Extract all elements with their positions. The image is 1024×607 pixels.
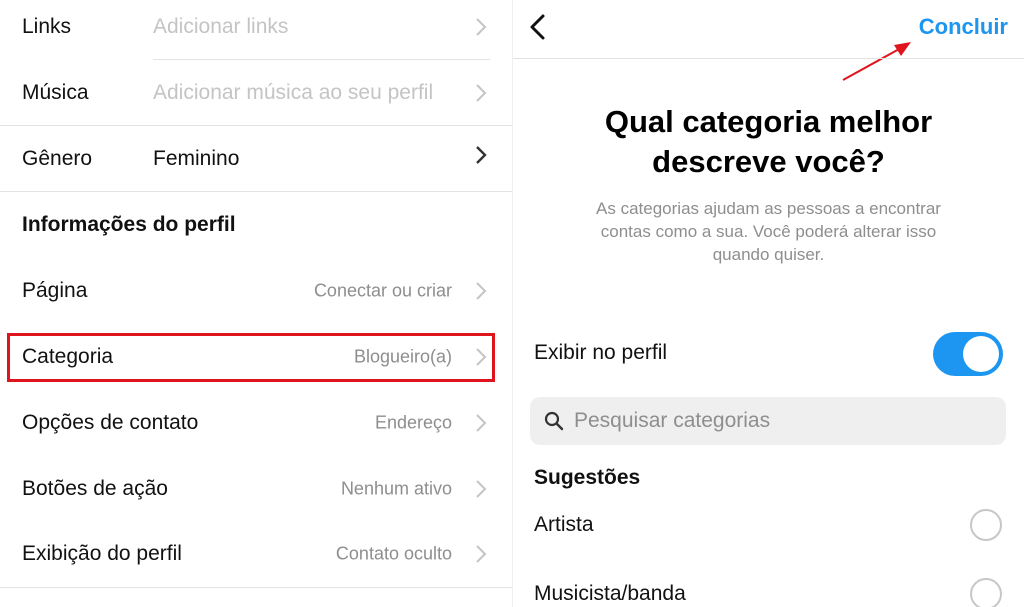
row-label: Gênero <box>22 147 93 170</box>
section-title-profile-info: Informações do perfil <box>22 213 236 236</box>
row-profile-display[interactable]: Exibição do perfil Contato oculto <box>0 521 512 587</box>
category-search[interactable] <box>530 397 1006 445</box>
row-label: Página <box>22 279 88 302</box>
option-label: Musicista/banda <box>534 582 686 605</box>
radio-button[interactable] <box>970 509 1002 541</box>
done-button[interactable]: Concluir <box>919 14 1008 40</box>
category-panel: Concluir Qual categoria melhor descreve … <box>513 0 1024 607</box>
page-title: Qual categoria melhor descreve você? <box>513 102 1024 182</box>
search-input[interactable] <box>574 397 994 445</box>
chevron-left-icon[interactable] <box>523 12 553 42</box>
row-label: Links <box>22 15 72 38</box>
row-music[interactable]: Música Adicionar música ao seu perfil <box>0 60 512 126</box>
row-page[interactable]: Página Conectar ou criar <box>0 258 512 324</box>
chevron-right-icon <box>476 282 487 300</box>
description-line: quando quiser. <box>712 245 825 264</box>
option-label: Artista <box>534 513 594 536</box>
chevron-right-icon <box>476 414 487 432</box>
chevron-right-icon <box>476 146 487 164</box>
category-option[interactable]: Artista <box>513 497 1024 553</box>
chevron-right-icon <box>476 84 487 102</box>
description-line: As categorias ajudam as pessoas a encont… <box>596 199 941 218</box>
row-value: Contato oculto <box>335 543 452 564</box>
row-value: Feminino <box>153 147 240 170</box>
divider <box>0 587 512 588</box>
row-value: Endereço <box>374 412 452 433</box>
chevron-right-icon <box>476 18 487 36</box>
row-gender[interactable]: Gênero Feminino <box>0 126 512 192</box>
toggle-knob <box>963 336 999 372</box>
edit-profile-panel: Links Adicionar links Música Adicionar m… <box>0 0 512 607</box>
row-value: Adicionar música ao seu perfil <box>153 81 434 104</box>
divider <box>0 191 512 192</box>
category-highlight-box <box>7 333 495 382</box>
header-divider <box>513 58 1024 59</box>
row-value: Conectar ou criar <box>313 280 452 301</box>
description-line: contas como a sua. Você poderá alterar i… <box>600 222 937 241</box>
radio-button[interactable] <box>970 578 1002 607</box>
suggestions-title: Sugestões <box>534 466 641 489</box>
title-line: Qual categoria melhor <box>604 104 933 139</box>
show-on-profile-toggle[interactable] <box>933 332 1003 376</box>
row-label: Música <box>22 81 89 104</box>
page-description: As categorias ajudam as pessoas a encont… <box>553 197 984 266</box>
row-action-buttons[interactable]: Botões de ação Nenhum ativo <box>0 456 512 522</box>
title-line: descreve você? <box>652 144 885 179</box>
row-value: Nenhum ativo <box>340 478 452 499</box>
row-label: Exibição do perfil <box>22 542 182 565</box>
row-contact-options[interactable]: Opções de contato Endereço <box>0 390 512 456</box>
chevron-right-icon <box>476 480 487 498</box>
row-label: Botões de ação <box>22 477 168 500</box>
search-icon <box>544 411 564 431</box>
row-value: Adicionar links <box>153 15 289 38</box>
row-links[interactable]: Links Adicionar links <box>0 0 512 60</box>
show-on-profile-label: Exibir no perfil <box>534 341 668 364</box>
row-label: Opções de contato <box>22 411 199 434</box>
category-option[interactable]: Musicista/banda <box>513 566 1024 607</box>
chevron-right-icon <box>476 545 487 563</box>
